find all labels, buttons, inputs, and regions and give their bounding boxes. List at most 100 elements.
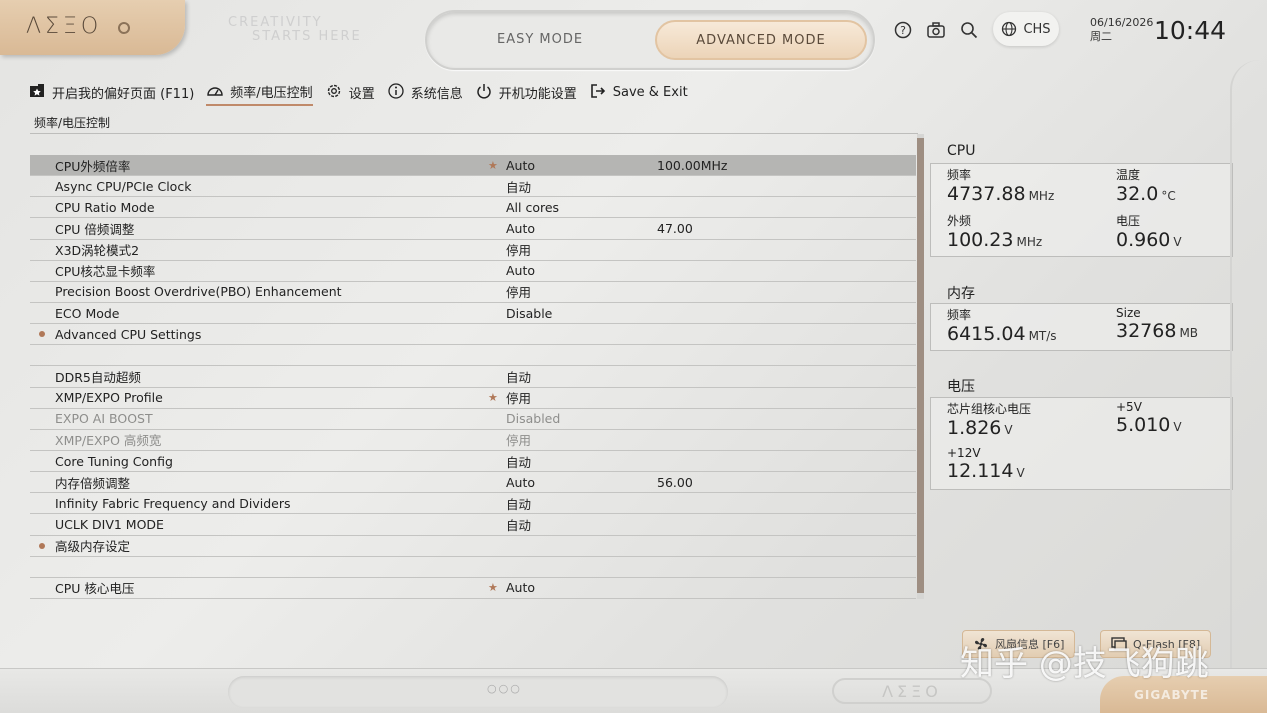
tab-frequency-voltage[interactable]: 频率/电压控制 — [206, 82, 313, 106]
setting-value[interactable]: Auto — [506, 263, 535, 278]
setting-row[interactable]: Precision Boost Overdrive(PBO) Enhanceme… — [30, 282, 916, 303]
gigabyte-logo: GIGABYTE — [1134, 688, 1210, 702]
chipset-voltage-unit: V — [1004, 423, 1013, 437]
setting-name: X3D涡轮模式2 — [55, 243, 140, 259]
setting-row[interactable]: XMP/EXPO 高频宽 停用 — [30, 430, 916, 451]
setting-value[interactable]: 停用 — [506, 388, 531, 407]
tab-favorites[interactable]: 开启我的偏好页面 (F11) — [28, 83, 194, 105]
setting-current-value: 100.00MHz — [657, 157, 728, 173]
language-label: CHS — [1023, 21, 1051, 37]
setting-value[interactable]: All cores — [506, 200, 559, 215]
setting-row[interactable]: ECO Mode Disable — [30, 303, 916, 325]
setting-value[interactable]: Auto — [506, 158, 535, 173]
setting-row[interactable]: EXPO AI BOOST Disabled — [30, 409, 916, 430]
tab-boot[interactable]: 开机功能设置 — [475, 83, 577, 106]
setting-name: EXPO AI BOOST — [55, 411, 153, 427]
help-icon[interactable]: ? — [893, 20, 913, 40]
tab-save-exit[interactable]: Save & Exit — [589, 83, 688, 106]
gauge-icon — [206, 83, 224, 101]
weekday-text: 周二 — [1090, 30, 1112, 43]
setting-value[interactable]: Auto — [506, 475, 535, 490]
setting-value[interactable]: 停用 — [506, 240, 531, 259]
setting-value[interactable]: 自动 — [506, 367, 531, 386]
main-nav: 开启我的偏好页面 (F11) 频率/电压控制 设置 系统信息 开机功能设置 Sa… — [28, 82, 700, 106]
cpu-bclk-label: 外频 — [947, 214, 972, 228]
language-button[interactable]: CHS — [993, 12, 1059, 46]
v5-value: 5.010 — [1116, 414, 1171, 436]
setting-value[interactable]: 停用 — [506, 282, 531, 301]
aero-logo-tab: ΛΣΞΟ — [0, 0, 185, 55]
top-bar: ΛΣΞΟ CREATIVITY STARTS HERE EASY MODE AD… — [0, 0, 1267, 70]
setting-value[interactable]: Disable — [506, 306, 552, 321]
setting-name: Precision Boost Overdrive(PBO) Enhanceme… — [55, 284, 342, 300]
setting-value[interactable]: 自动 — [506, 452, 531, 471]
v5-label: +5V — [1116, 400, 1142, 414]
setting-row[interactable]: UCLK DIV1 MODE 自动 — [30, 514, 916, 536]
easy-mode-button[interactable]: EASY MODE — [497, 32, 583, 47]
tab-settings[interactable]: 设置 — [325, 83, 375, 106]
spacer-row — [30, 345, 916, 367]
setting-row[interactable]: CPU 倍频调整 Auto 47.00 — [30, 218, 916, 240]
setting-current-value: 47.00 — [657, 220, 693, 236]
cpu-panel: 频率 4737.88 MHz 温度 32.0 °C 外频 100.23 MHz 电压 … — [930, 163, 1233, 257]
memory-size-unit: MB — [1179, 326, 1199, 340]
favorite-star-icon[interactable]: ★ — [488, 159, 498, 172]
setting-row[interactable]: 高级内存设定 — [30, 536, 916, 557]
setting-row[interactable]: CPU核芯显卡频率 Auto — [30, 261, 916, 282]
cpu-bclk-value: 100.23 — [947, 229, 1014, 251]
favorite-star-icon[interactable]: ★ — [488, 391, 498, 404]
setting-value[interactable]: Auto — [506, 580, 535, 595]
memory-size-value: 32768 — [1116, 320, 1177, 342]
cpu-title: CPU — [947, 143, 976, 159]
setting-name: CPU核芯显卡频率 — [55, 264, 156, 280]
cpu-temp-value: 32.0 — [1116, 183, 1159, 205]
tab-system-info[interactable]: 系统信息 — [387, 82, 463, 106]
settings-list: CPU外频倍率 ★ Auto 100.00MHz Async CPU/PCIe Cloc… — [30, 155, 916, 599]
setting-value[interactable]: 自动 — [506, 515, 531, 534]
date-text: 06/16/2026 — [1090, 16, 1154, 29]
voltage-panel: 芯片组核心电压 1.826 V +5V 5.010 V +12V 12.114 V — [930, 397, 1233, 490]
setting-row[interactable]: CPU外频倍率 ★ Auto 100.00MHz — [30, 155, 916, 177]
globe-icon — [1002, 21, 1017, 37]
v5-unit: V — [1173, 420, 1182, 434]
chipset-voltage-value: 1.826 — [947, 417, 1002, 439]
cpu-freq-label: 频率 — [947, 168, 972, 182]
favorite-star-icon[interactable]: ★ — [488, 581, 498, 594]
tab-boot-label: 开机功能设置 — [498, 87, 577, 102]
setting-value[interactable]: Auto — [506, 221, 535, 236]
advanced-mode-button[interactable]: ADVANCED MODE — [655, 20, 867, 60]
voltage-title: 电压 — [947, 379, 975, 395]
slogan-line-2: STARTS HERE — [252, 29, 362, 44]
setting-name: 高级内存设定 — [55, 539, 131, 555]
search-icon[interactable] — [959, 20, 979, 40]
setting-name: Infinity Fabric Frequency and Dividers — [55, 495, 291, 511]
setting-value[interactable]: 自动 — [506, 494, 531, 513]
setting-name: XMP/EXPO Profile — [55, 390, 163, 406]
watermark: 知乎 @技飞狗跳 — [960, 644, 1209, 684]
setting-value[interactable]: 停用 — [506, 430, 531, 449]
scrollbar[interactable] — [917, 134, 924, 599]
setting-row[interactable]: Core Tuning Config 自动 — [30, 451, 916, 473]
bios-screen: ΛΣΞΟ CREATIVITY STARTS HERE EASY MODE AD… — [0, 0, 1267, 713]
setting-row[interactable]: 内存倍频调整 Auto 56.00 — [30, 472, 916, 494]
breadcrumb: 频率/电压控制 — [34, 116, 111, 130]
setting-name: 内存倍频调整 — [55, 475, 131, 491]
scrollbar-thumb[interactable] — [917, 138, 924, 593]
setting-row[interactable]: Async CPU/PCIe Clock 自动 — [30, 176, 916, 198]
setting-name: CPU 核心电压 — [55, 581, 135, 597]
setting-name: Core Tuning Config — [55, 453, 173, 469]
setting-row[interactable]: Infinity Fabric Frequency and Dividers 自动 — [30, 493, 916, 515]
setting-row[interactable]: DDR5自动超频 自动 — [30, 366, 916, 388]
memory-freq-value: 6415.04 — [947, 323, 1026, 345]
setting-value[interactable]: Disabled — [506, 411, 560, 426]
v12-value: 12.114 — [947, 460, 1014, 482]
setting-row[interactable]: CPU 核心电压 ★ Auto — [30, 578, 916, 599]
camera-icon[interactable] — [926, 20, 946, 40]
setting-row[interactable]: XMP/EXPO Profile ★ 停用 — [30, 388, 916, 409]
setting-name: XMP/EXPO 高频宽 — [55, 433, 162, 449]
setting-row[interactable]: CPU Ratio Mode All cores — [30, 197, 916, 219]
setting-value[interactable]: 自动 — [506, 177, 531, 196]
setting-row[interactable]: X3D涡轮模式2 停用 — [30, 240, 916, 261]
setting-name: Advanced CPU Settings — [55, 326, 202, 342]
setting-row[interactable]: Advanced CPU Settings — [30, 324, 916, 346]
